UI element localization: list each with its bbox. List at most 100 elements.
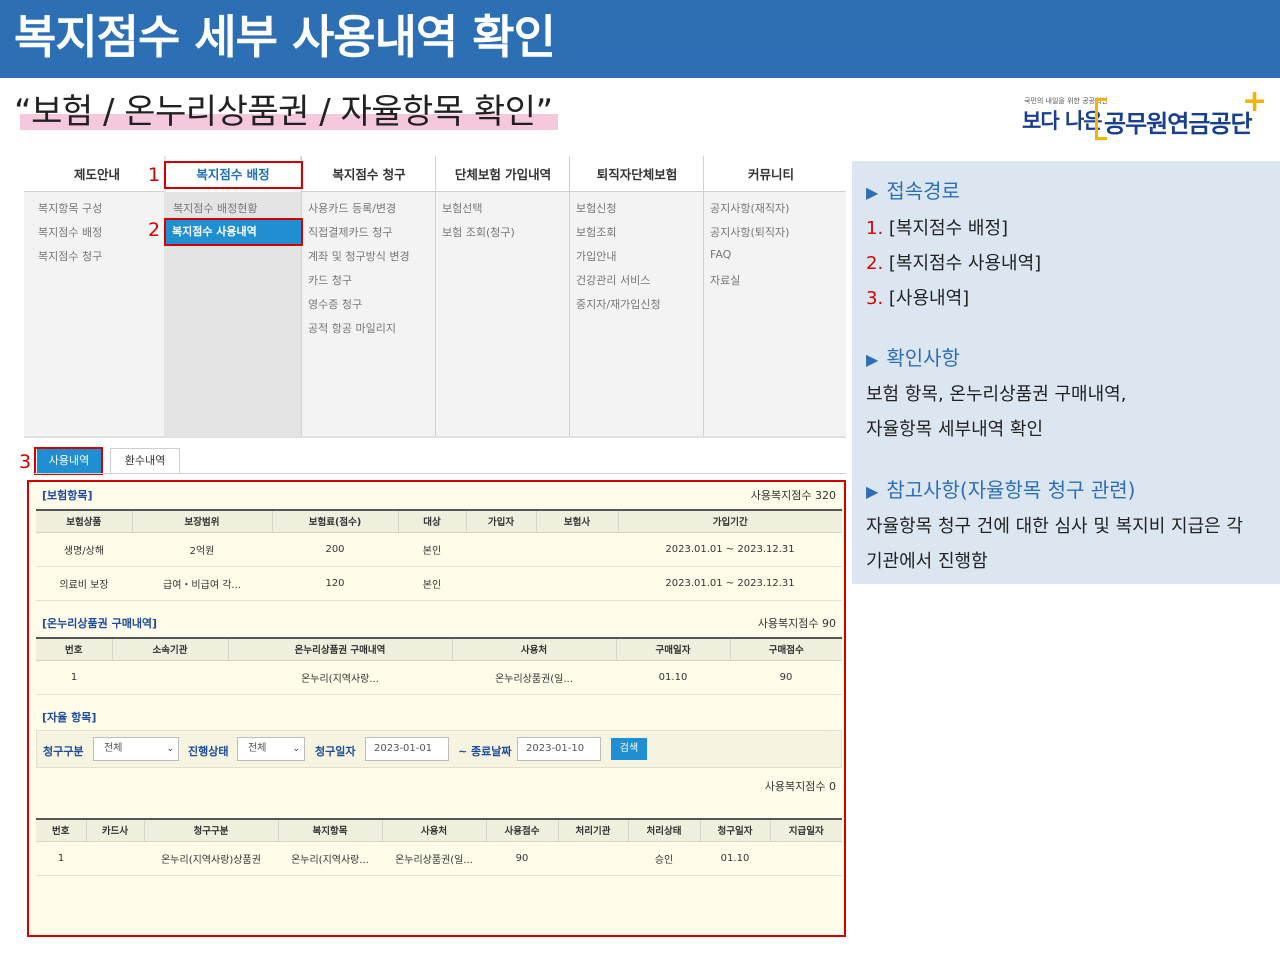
- menu-item[interactable]: 영수증 청구: [308, 296, 362, 312]
- logo-plus-icon: +: [1242, 84, 1268, 119]
- menu-item[interactable]: 카드 청구: [308, 272, 352, 288]
- insurance-title: [보험항목]: [42, 489, 93, 502]
- triangle-icon: ▶: [866, 350, 879, 369]
- table-cell: 온누리상품권(일...: [452, 660, 616, 695]
- menu-item[interactable]: 복지항목 구성: [38, 200, 102, 216]
- claim-date-label: 청구일자: [315, 745, 356, 758]
- table-row: 생명/상해 2억원 200 본인 2023.01.01 ~ 2023.12.31: [36, 532, 842, 567]
- menu-item[interactable]: 자료실: [710, 272, 740, 288]
- menu-item[interactable]: 복지점수 배정: [38, 224, 102, 240]
- column-header: 처리상태: [627, 818, 700, 842]
- menu-item[interactable]: 공지사항(재직자): [710, 200, 789, 216]
- search-button[interactable]: 검색: [611, 738, 647, 760]
- menu-item[interactable]: 가입안내: [576, 248, 616, 264]
- route-step: 3. [사용내역]: [866, 284, 969, 310]
- column-header: 사용점수: [485, 818, 558, 842]
- column-header: 보험료(점수): [271, 509, 398, 533]
- claim-type-value: 전체: [104, 743, 123, 754]
- table-cell: 2023.01.01 ~ 2023.12.31: [618, 566, 842, 601]
- check-line: 자율항목 세부내역 확인: [866, 419, 1044, 440]
- column-header: 소속기관: [111, 637, 228, 661]
- claim-type-label: 청구구분: [43, 745, 84, 758]
- claim-type-select[interactable]: 전체 ⌄: [93, 737, 179, 761]
- column-header: 카드사: [85, 818, 144, 842]
- column-header: 번호: [36, 818, 86, 842]
- menu-head-guide[interactable]: 제도안내: [30, 156, 164, 192]
- status-value: 전체: [248, 743, 267, 754]
- menu-item[interactable]: 복지점수 청구: [38, 248, 102, 264]
- tab-divider: [34, 473, 846, 474]
- route-step: 2. [복지점수 사용내역]: [866, 249, 1041, 275]
- menu-item[interactable]: 보험선택: [442, 200, 482, 216]
- table-cell: [112, 660, 228, 695]
- step-text: [사용내역]: [883, 288, 970, 309]
- step-index: 2.: [866, 253, 884, 274]
- menu-column-community: 커뮤니티 공지사항(재직자) 공지사항(퇴직자) FAQ 자료실: [704, 156, 838, 436]
- menu-item[interactable]: 건강관리 서비스: [576, 272, 650, 288]
- menu-item[interactable]: FAQ: [710, 248, 731, 261]
- note-line: 기관에서 진행함: [866, 551, 988, 572]
- step-index: 1.: [866, 218, 884, 239]
- menu-item[interactable]: 계좌 및 청구방식 변경: [308, 248, 410, 264]
- tab-refund[interactable]: 환수내역: [110, 448, 180, 474]
- column-header: 온누리상품권 구매내역: [227, 637, 452, 661]
- menu-item[interactable]: 공지사항(퇴직자): [710, 224, 789, 240]
- column-header: 구매일자: [615, 637, 730, 661]
- table-cell: 2억원: [132, 532, 272, 567]
- menu-item[interactable]: 보험신청: [576, 200, 616, 216]
- menu-item[interactable]: 사용카드 등록/변경: [308, 200, 396, 216]
- column-header: 사용처: [381, 818, 486, 842]
- table-cell: 1: [36, 841, 86, 876]
- end-date-label: ~ 종료날짜: [458, 745, 512, 758]
- mega-menu: 제도안내 복지항목 구성 복지점수 배정 복지점수 청구 복지점수 배정 복지점…: [24, 156, 846, 438]
- menu-item[interactable]: 보험 조회(청구): [442, 224, 515, 240]
- voucher-table: 번호 소속기관 온누리상품권 구매내역 사용처 구매일자 구매점수 1 온누리(…: [36, 637, 842, 695]
- menu-head-community[interactable]: 커뮤니티: [704, 156, 838, 192]
- date-to-input[interactable]: 2023-01-10: [517, 737, 601, 761]
- chevron-down-icon: ⌄: [292, 744, 300, 754]
- step-text: [복지점수 배정]: [883, 218, 1009, 239]
- insurance-points: 사용복지점수 320: [750, 489, 836, 502]
- step-text: [복지점수 사용내역]: [883, 253, 1042, 274]
- column-header: 복지항목: [277, 818, 382, 842]
- menu-head-claim[interactable]: 복지점수 청구: [302, 156, 436, 192]
- column-header: 가입자: [465, 509, 536, 533]
- chevron-down-icon: ⌄: [166, 744, 174, 754]
- table-cell: 본인: [398, 532, 466, 567]
- status-select[interactable]: 전체 ⌄: [237, 737, 305, 761]
- table-cell: [536, 532, 618, 567]
- step-number: 2: [148, 219, 161, 241]
- route-step: 1. [복지점수 배정]: [866, 214, 1008, 240]
- menu-item[interactable]: 직접결제카드 청구: [308, 224, 392, 240]
- voucher-points: 사용복지점수 90: [757, 617, 836, 630]
- date-from-input[interactable]: 2023-01-01: [365, 737, 449, 761]
- table-cell: 2023.01.01 ~ 2023.12.31: [618, 532, 842, 567]
- header-bar: 복지점수 세부 사용내역 확인: [0, 0, 1280, 78]
- logo-name: 공무원연금공단: [1104, 110, 1253, 138]
- table-cell: 급여・비급여 각...: [132, 566, 272, 601]
- table-cell: 온누리(지역사랑...: [278, 841, 382, 876]
- step-highlight-box: [34, 447, 103, 475]
- menu-item[interactable]: 공적 항공 마일리지: [308, 320, 396, 336]
- menu-item[interactable]: 보험조회: [576, 224, 616, 240]
- column-header: 지급일자: [769, 818, 842, 842]
- menu-item[interactable]: 복지점수 배정현황: [173, 200, 257, 216]
- triangle-icon: ▶: [866, 482, 879, 501]
- step-index: 3.: [866, 288, 884, 309]
- column-header: 청구일자: [699, 818, 770, 842]
- route-title: 접속경로: [886, 179, 960, 203]
- table-cell: 승인: [628, 841, 700, 876]
- menu-head-retiree[interactable]: 퇴직자단체보험: [570, 156, 704, 192]
- table-cell: [466, 566, 536, 601]
- table-row: 1 온누리(지역사랑)상품권 온누리(지역사랑... 온누리상품권(일... 9…: [36, 841, 842, 876]
- step-number: 1: [148, 164, 161, 186]
- table-cell: 본인: [398, 566, 466, 601]
- table-header-row: 번호 카드사 청구구분 복지항목 사용처 사용점수 처리기관 처리상태 청구일자…: [36, 818, 842, 842]
- page-title: 복지점수 세부 사용내역 확인: [14, 10, 556, 64]
- menu-item[interactable]: 중지자/재가입신청: [576, 296, 661, 312]
- table-row: 의료비 보장 급여・비급여 각... 120 본인 2023.01.01 ~ 2…: [36, 566, 842, 601]
- table-cell: 온누리상품권(일...: [382, 841, 486, 876]
- column-header: 사용처: [451, 637, 616, 661]
- table-cell: [770, 841, 842, 876]
- menu-head-group-insurance[interactable]: 단체보험 가입내역: [436, 156, 570, 192]
